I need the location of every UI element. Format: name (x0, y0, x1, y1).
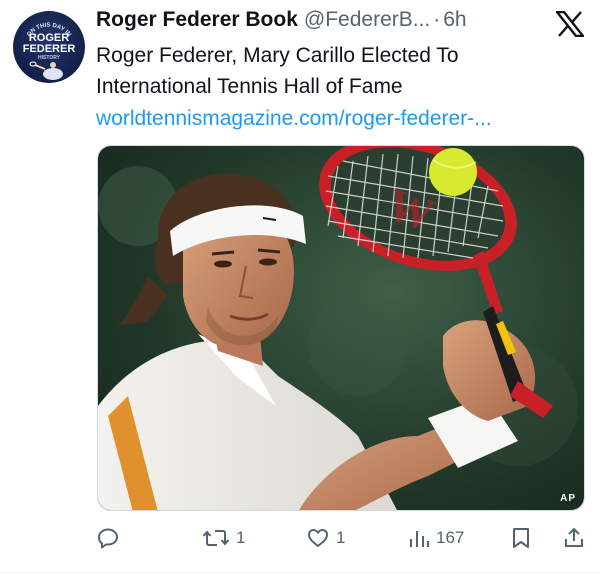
tweet-actions: 1 1 167 (96, 522, 588, 554)
divider (0, 572, 600, 573)
reply-button[interactable] (96, 522, 120, 554)
separator-dot: · (433, 8, 441, 31)
tweet-text-line2: International Tennis Hall of Fame (96, 75, 403, 98)
timestamp[interactable]: 6h (443, 8, 466, 32)
reply-icon (96, 526, 120, 550)
author-handle[interactable]: @FedererB... (304, 8, 430, 32)
views-icon (408, 526, 430, 550)
retweet-count: 1 (236, 528, 246, 547)
share-button[interactable] (562, 522, 586, 554)
views-button[interactable]: 167 (408, 522, 464, 554)
avatar-badge-line3: FEDERER (23, 43, 76, 55)
retweet-button[interactable]: 1 (202, 522, 245, 554)
author-name[interactable]: Roger Federer Book (96, 8, 298, 32)
tweet-text: Roger Federer, Mary Carillo Elected To I… (96, 40, 576, 102)
bookmark-icon (510, 526, 532, 550)
bookmark-button[interactable] (510, 522, 532, 554)
share-icon (562, 526, 586, 550)
views-count: 167 (436, 528, 465, 547)
media-credit: AP (560, 493, 576, 504)
x-logo-icon[interactable] (554, 10, 586, 38)
avatar-badge-line4: HISTORY (38, 55, 61, 61)
retweet-icon (202, 526, 230, 550)
like-count: 1 (336, 528, 346, 547)
avatar[interactable]: ON THIS DAY IN ROGER FEDERER HISTORY (13, 11, 85, 83)
player-silhouette-icon (29, 61, 63, 80)
heart-icon (306, 526, 330, 550)
article-link[interactable]: worldtennismagazine.com/roger-federer-..… (96, 103, 492, 134)
tweet-text-line1: Roger Federer, Mary Carillo Elected To (96, 44, 459, 67)
like-button[interactable]: 1 (306, 522, 345, 554)
tweet-image[interactable]: W AP (97, 145, 585, 511)
tweet-header: Roger Federer Book @FedererB... · 6h (96, 8, 516, 38)
